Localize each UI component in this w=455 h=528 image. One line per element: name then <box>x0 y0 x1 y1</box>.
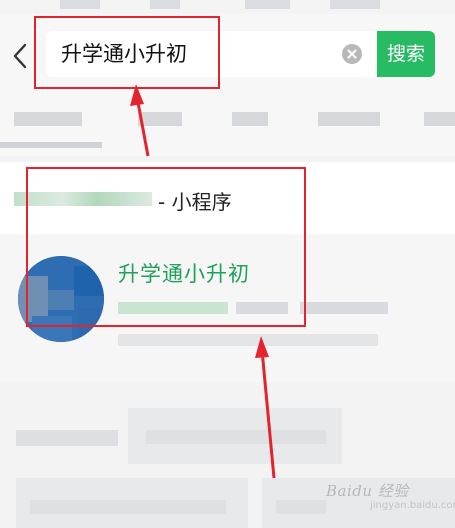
results-card: - 小程序 升学通小升初 <box>0 162 455 382</box>
tab-1[interactable] <box>14 112 82 126</box>
search-header: 搜索 <box>0 14 455 94</box>
section-title: - 小程序 <box>158 190 232 214</box>
app-description-blurred <box>118 334 378 346</box>
app-name: 升学通小升初 <box>118 262 250 286</box>
mini-program-result[interactable]: 升学通小升初 <box>0 234 455 382</box>
filter-tabs <box>0 94 455 156</box>
search-input[interactable] <box>61 31 331 77</box>
tab-4[interactable] <box>318 112 380 126</box>
search-box <box>46 31 376 77</box>
watermark-url: jingyan.baidu.com <box>370 500 455 511</box>
search-button[interactable]: 搜索 <box>377 31 435 77</box>
blurred-text <box>16 430 118 446</box>
blurred-label <box>14 192 152 206</box>
tab-2[interactable] <box>138 112 182 126</box>
clear-button[interactable] <box>342 44 362 64</box>
app-description-blurred <box>236 302 288 314</box>
active-tab-indicator <box>0 142 102 148</box>
blurred-text <box>30 500 226 514</box>
app-logo <box>18 256 104 342</box>
back-chevron-icon <box>13 43 27 69</box>
section-header: - 小程序 <box>0 162 455 234</box>
tab-5[interactable] <box>424 112 455 126</box>
blurred-text <box>146 430 326 444</box>
back-button[interactable] <box>6 38 34 74</box>
app-description-blurred <box>118 302 228 314</box>
clear-icon <box>347 49 357 59</box>
blurred-text <box>276 500 326 514</box>
app-description-blurred <box>300 302 388 314</box>
watermark: Baidu 经验 <box>326 482 409 500</box>
tab-3[interactable] <box>232 112 268 126</box>
status-strip <box>0 0 455 14</box>
